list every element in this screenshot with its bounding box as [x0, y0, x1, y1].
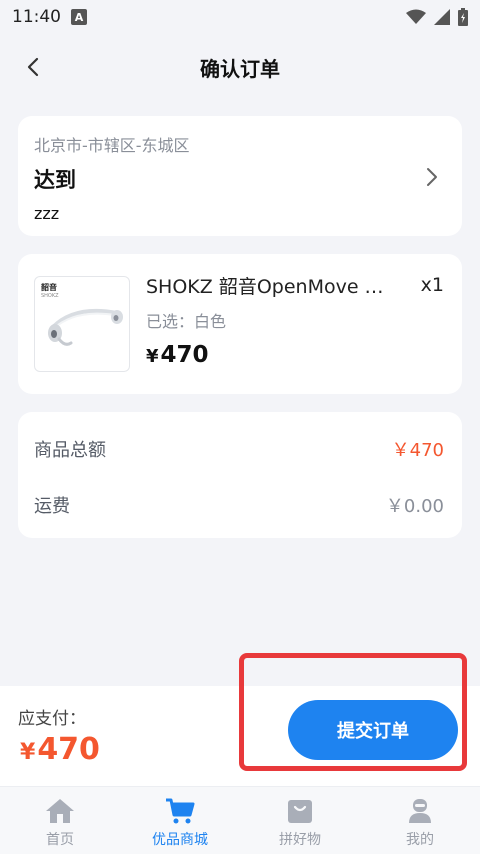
product-quantity: x1 — [420, 274, 444, 296]
payment-label: 应支付： — [18, 709, 86, 729]
status-icons — [406, 8, 468, 26]
bag-icon — [288, 800, 312, 823]
tab-mall[interactable]: 优品商城 — [120, 787, 240, 854]
tab-home-label: 首页 — [46, 832, 74, 848]
shipping-row: 运费 ￥0.00 — [34, 492, 444, 518]
payment-currency: ¥ — [20, 740, 36, 765]
address-region: 北京市-市辖区-东城区 — [34, 136, 190, 155]
tab-profile-label: 我的 — [406, 832, 434, 848]
wifi-icon — [406, 9, 426, 24]
page-title: 确认订单 — [200, 56, 280, 81]
notification-icon: A — [71, 9, 87, 25]
status-bar: 11:40 A — [0, 0, 480, 34]
profile-icon — [409, 799, 431, 823]
product-price-value: 470 — [160, 342, 209, 368]
product-price-currency: ¥ — [146, 346, 159, 367]
product-name: SHOKZ 韶音OpenMove … — [146, 276, 384, 298]
subtotal-row: 商品总额 ￥470 — [34, 436, 444, 462]
subtotal-label: 商品总额 — [34, 440, 106, 461]
chevron-left-icon — [27, 57, 39, 77]
headphones-icon — [48, 308, 123, 346]
back-button[interactable] — [18, 52, 48, 82]
address-detail: 达到 — [34, 168, 76, 192]
shipping-value: ￥0.00 — [385, 496, 444, 517]
address-card[interactable]: 北京市-市辖区-东城区 达到 zzz — [18, 116, 462, 236]
address-contact: zzz — [34, 204, 60, 223]
product-price: ¥ 470 — [146, 342, 209, 368]
tab-home[interactable]: 首页 — [0, 787, 120, 854]
subtotal-value: ￥470 — [391, 440, 444, 461]
payment-amount: ¥ 470 — [20, 732, 100, 767]
product-card[interactable]: 韶音 SHOKZ SHOKZ 韶音OpenMove … x1 已选：白色 ¥ 4… — [18, 254, 462, 394]
tab-group-buy[interactable]: 拼好物 — [240, 787, 360, 854]
product-image: 韶音 SHOKZ — [34, 276, 130, 372]
status-time: 11:40 — [12, 7, 61, 27]
nav-header: 确认订单 — [0, 34, 480, 100]
payment-amount-value: 470 — [37, 732, 100, 767]
battery-icon — [458, 8, 468, 26]
tab-mall-label: 优品商城 — [152, 832, 208, 848]
tab-profile[interactable]: 我的 — [360, 787, 480, 854]
tab-group-buy-label: 拼好物 — [279, 832, 321, 848]
highlight-box — [239, 653, 467, 771]
bottom-tab-bar: 首页 优品商城 拼好物 我的 — [0, 786, 480, 854]
product-spec: 已选：白色 — [146, 312, 227, 331]
signal-icon — [434, 9, 450, 25]
shipping-label: 运费 — [34, 496, 70, 517]
home-icon — [46, 799, 74, 823]
cart-icon — [166, 798, 195, 824]
order-summary-card: 商品总额 ￥470 运费 ￥0.00 — [18, 412, 462, 538]
chevron-right-icon — [427, 168, 437, 186]
